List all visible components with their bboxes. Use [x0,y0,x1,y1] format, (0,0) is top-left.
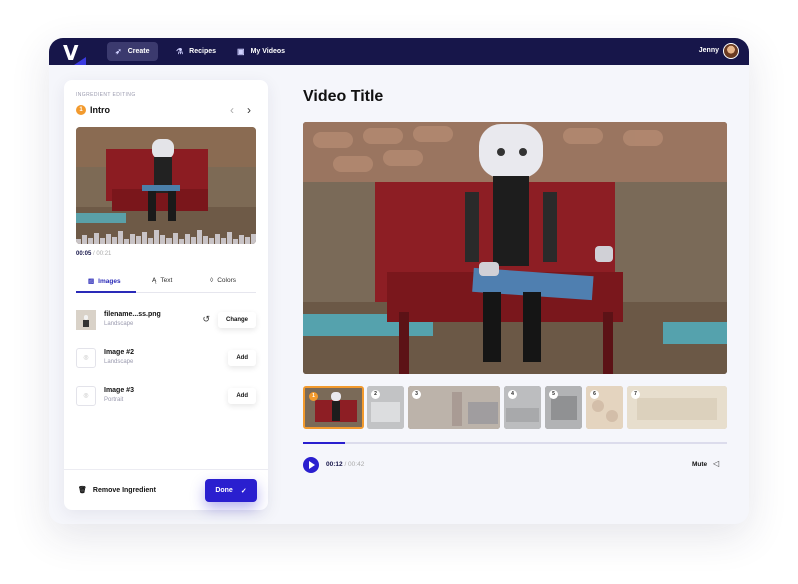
add-image-button[interactable]: Add [228,350,256,366]
preview-time-current: 00:05 [76,251,92,257]
image-name: Image #2 [104,349,134,356]
scene-frame[interactable]: 3 [408,386,500,429]
remove-ingredient-label: Remove Ingredient [92,486,156,494]
ingredient-panel: INGREDIENT EDITING 1 Intro ‹ › 00:05 / 0… [64,80,268,510]
image-thumbnail [76,310,96,330]
tab-colors-label: Colors [217,277,237,284]
image-placeholder-icon: ◎ [76,386,96,406]
frame-number: 6 [590,390,599,399]
avatar[interactable] [723,43,739,59]
image-placeholder-icon: ◎ [76,348,96,368]
image-orientation: Portrait [104,397,124,403]
robot-preview-image [76,127,256,244]
undo-icon[interactable]: ↺ [202,314,210,325]
page-title: Video Title [303,88,384,105]
rocket-icon: ➶ [115,47,122,56]
frame-number: 5 [549,390,558,399]
panel-caption: INGREDIENT EDITING [76,92,136,98]
nav-create-label: Create [127,48,150,55]
nav-recipes-label: Recipes [189,48,217,55]
speaker-icon[interactable]: ◁ [713,459,719,468]
tab-text[interactable]: Ą Text [152,277,172,284]
frame-number: 4 [508,390,517,399]
flask-icon: ⚗ [176,47,184,56]
video-time: 00:12 / 00:42 [326,461,364,468]
app-logo[interactable]: V [63,41,78,65]
trash-icon: 🗑 [78,487,87,494]
nav-my-videos[interactable]: ▣ My Videos [229,42,293,61]
chevron-left-icon[interactable]: ‹ [230,103,234,117]
image-icon: ▨ [88,278,95,285]
image-name: filename...ss.png [104,311,161,318]
tab-text-label: Text [160,277,173,284]
active-tab-underline [76,291,136,293]
image-orientation: Landscape [104,359,134,365]
list-item: ◎ Image #2 Landscape Add [76,348,256,370]
frame-number: 1 [309,392,318,401]
nav-my-videos-label: My Videos [250,48,286,55]
list-item: filename...ss.png Landscape ↺ Change [76,310,256,332]
frame-number: 7 [631,390,640,399]
add-image-button[interactable]: Add [228,388,256,404]
scene-frame[interactable]: 6 [586,386,623,429]
robot-video-frame [303,122,727,374]
check-icon: ✓ [240,487,247,495]
change-image-button[interactable]: Change [217,312,256,328]
scene-frame[interactable]: 5 [545,386,582,429]
tab-colors[interactable]: ◊ Colors [210,277,236,284]
ingredient-title: Intro [90,105,110,115]
ingredient-tabs: ▨ Images Ą Text ◊ Colors [76,277,256,293]
ingredient-number-badge: 1 [76,105,86,115]
image-orientation: Landscape [104,321,134,327]
mute-button[interactable]: Mute [692,461,707,468]
tab-images-label: Images [98,277,121,285]
preview-time: 00:05 / 00:21 [76,251,111,257]
list-item: ◎ Image #3 Portrait Add [76,386,256,408]
audio-waveform [76,228,256,244]
image-name: Image #3 [104,387,134,394]
nav-recipes[interactable]: ⚗ Recipes [168,42,224,61]
video-progress-fill [303,442,346,444]
play-button[interactable] [303,457,319,473]
video-progress-bar[interactable] [303,442,727,444]
video-time-current: 00:12 [326,461,343,468]
scene-frame[interactable]: 1 [303,386,364,429]
panel-divider [64,469,268,470]
frame-number: 3 [412,390,421,399]
play-square-icon: ▣ [237,47,245,56]
scene-frame[interactable]: 2 [367,386,404,429]
droplet-icon: ◊ [210,277,214,284]
frame-number: 2 [371,390,380,399]
ingredient-preview[interactable] [76,127,256,244]
remove-ingredient-button[interactable]: 🗑 Remove Ingredient [78,486,156,495]
preview-time-total: / 00:21 [93,251,112,257]
text-icon: Ą [152,277,157,284]
video-time-total: / 00:42 [344,461,365,468]
scene-frame[interactable]: 7 [627,386,727,429]
app-window: V ➶ Create ⚗ Recipes ▣ My Videos Jenny I… [49,38,749,524]
nav-create[interactable]: ➶ Create [107,42,158,61]
video-player[interactable] [303,122,727,374]
chevron-right-icon[interactable]: › [247,103,251,117]
tab-images[interactable]: ▨ Images [88,277,121,286]
done-label: Done [215,487,233,494]
scene-frame[interactable]: 4 [504,386,541,429]
user-name[interactable]: Jenny [699,47,719,54]
done-button[interactable]: Done ✓ [205,479,257,502]
top-nav-bar: V ➶ Create ⚗ Recipes ▣ My Videos Jenny [49,38,749,65]
